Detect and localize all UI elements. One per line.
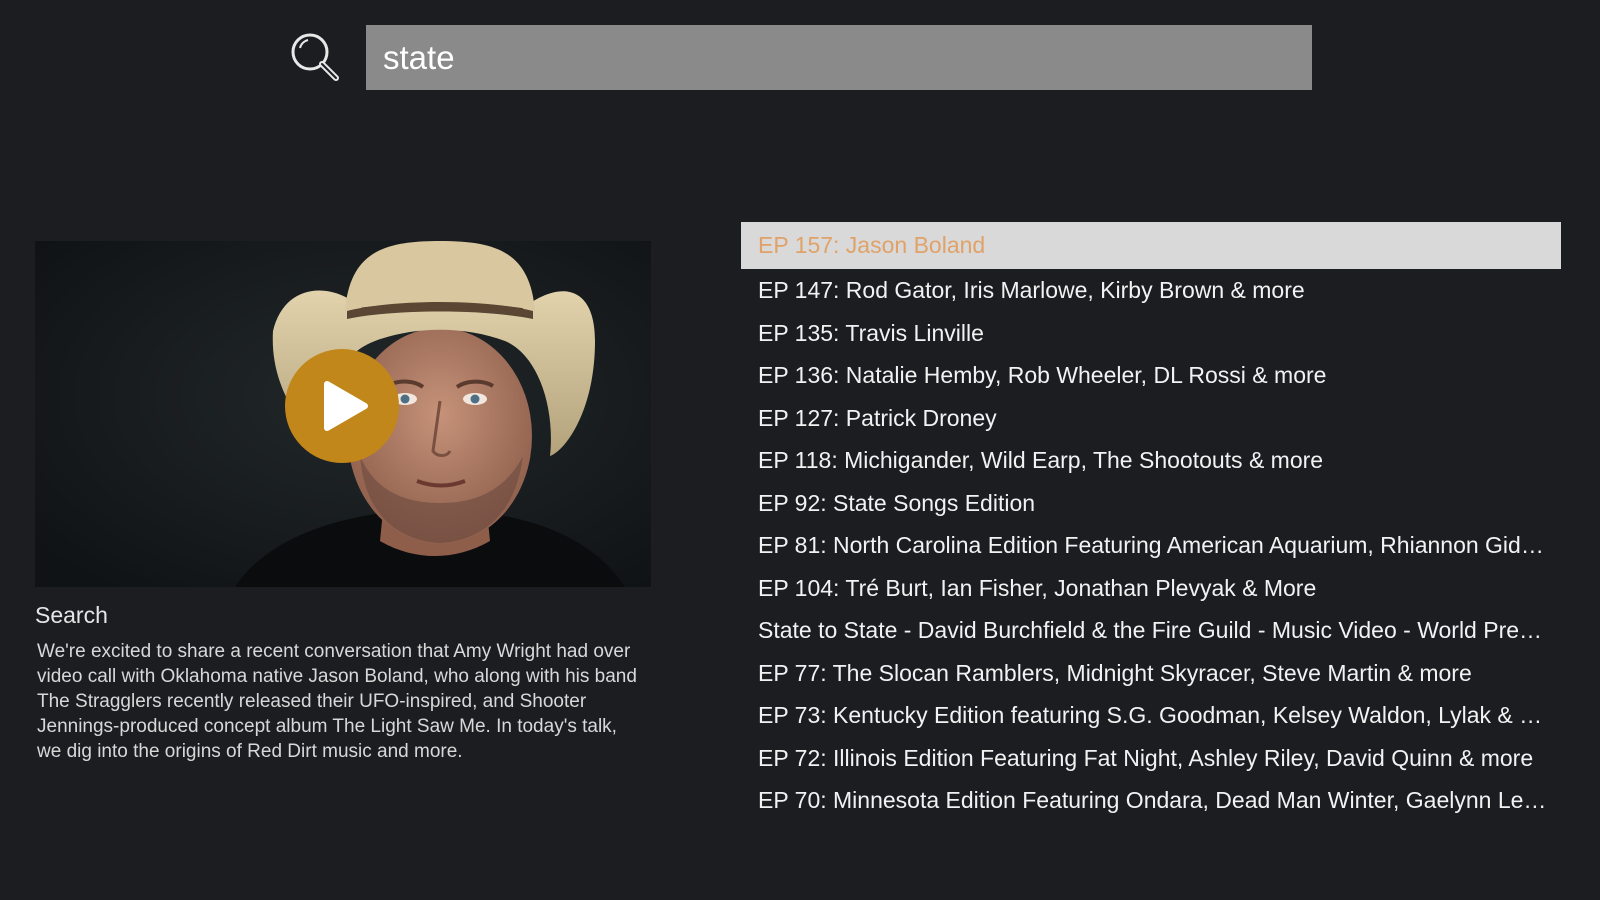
search-input[interactable] (366, 25, 1312, 90)
result-item[interactable]: EP 72: Illinois Edition Featuring Fat Ni… (741, 737, 1561, 780)
play-button[interactable] (285, 349, 399, 463)
result-item[interactable]: EP 127: Patrick Droney (741, 397, 1561, 440)
play-icon (324, 381, 368, 431)
result-item[interactable]: EP 104: Tré Burt, Ian Fisher, Jonathan P… (741, 567, 1561, 610)
result-item[interactable]: State to State - David Burchfield & the … (741, 609, 1561, 652)
result-item[interactable]: EP 77: The Slocan Ramblers, Midnight Sky… (741, 652, 1561, 695)
search-results-list: EP 157: Jason Boland EP 147: Rod Gator, I… (741, 222, 1561, 822)
preview-thumbnail (35, 241, 651, 587)
result-item[interactable]: EP 147: Rod Gator, Iris Marlowe, Kirby B… (741, 269, 1561, 312)
result-item[interactable]: EP 73: Kentucky Edition featuring S.G. G… (741, 694, 1561, 737)
preview-title: Search (35, 602, 108, 628)
result-item[interactable]: EP 136: Natalie Hemby, Rob Wheeler, DL R… (741, 354, 1561, 397)
result-item[interactable]: EP 92: State Songs Edition (741, 482, 1561, 525)
result-item[interactable]: EP 118: Michigander, Wild Earp, The Shoo… (741, 439, 1561, 482)
result-item[interactable]: EP 70: Minnesota Edition Featuring Ondar… (741, 779, 1561, 822)
search-icon[interactable] (288, 30, 346, 88)
result-item[interactable]: EP 135: Travis Linville (741, 312, 1561, 355)
search-screen: Search We're excited to share a recent c… (0, 0, 1600, 900)
preview-description: We're excited to share a recent conversa… (37, 641, 637, 762)
result-item[interactable]: EP 81: North Carolina Edition Featuring … (741, 524, 1561, 567)
result-item-selected[interactable]: EP 157: Jason Boland (741, 222, 1561, 269)
